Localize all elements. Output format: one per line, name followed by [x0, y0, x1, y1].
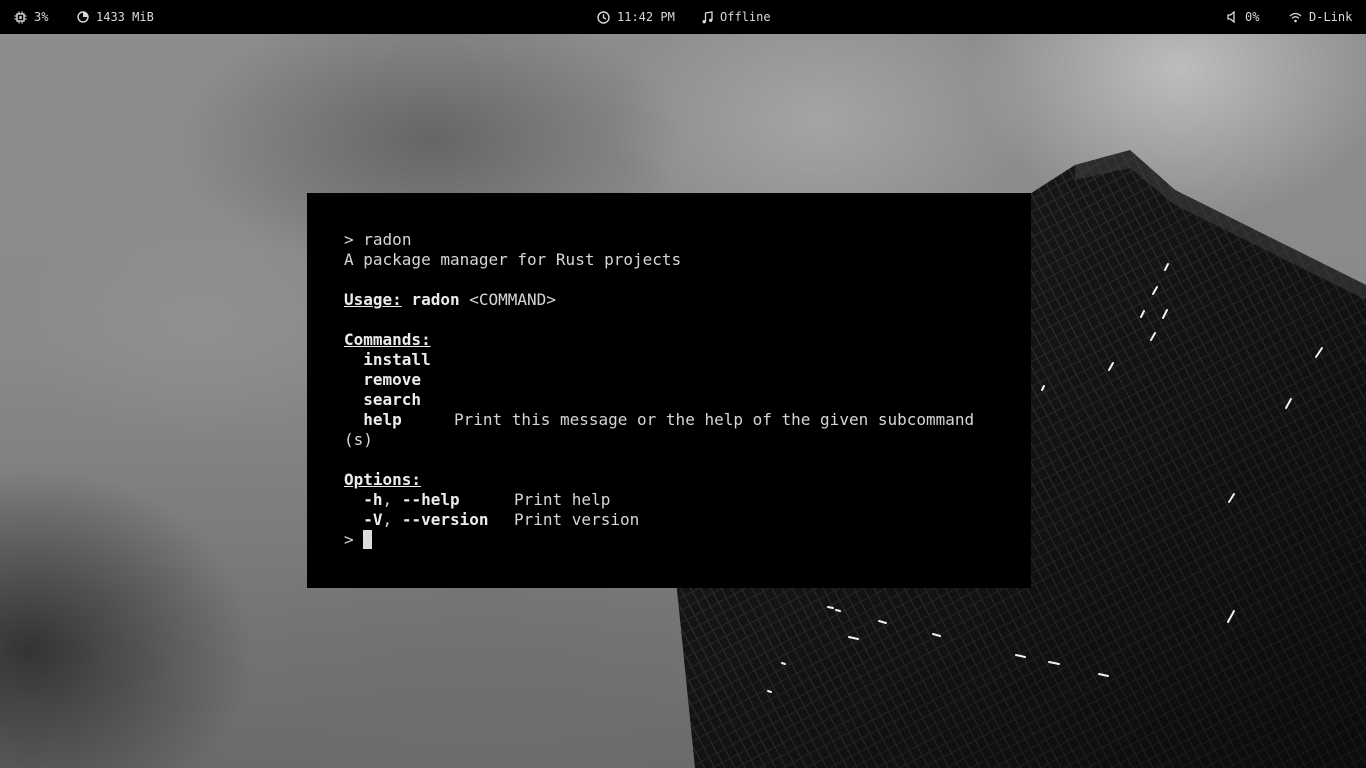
- option-separator: ,: [382, 510, 393, 529]
- text-cursor: [363, 530, 373, 549]
- speaker-icon: [1227, 11, 1235, 23]
- terminal-input-line[interactable]: >: [344, 530, 1014, 550]
- volume-widget[interactable]: 0%: [1227, 0, 1259, 34]
- command-entry-install: install: [344, 350, 1014, 370]
- memory-pie-icon: [77, 11, 89, 23]
- cpu-usage-text: 3%: [34, 10, 49, 24]
- option-short: -h: [363, 490, 383, 509]
- usage-args: <COMMAND>: [469, 290, 556, 309]
- music-status-text: Offline: [720, 10, 771, 24]
- command-name: help: [363, 410, 402, 429]
- option-entry-version: -V, --version Print version: [344, 510, 1014, 530]
- command-entry-search: search: [344, 390, 1014, 410]
- option-entry-help: -h, --help Print help: [344, 490, 1014, 510]
- volume-level-text: 0%: [1245, 10, 1260, 24]
- terminal-output: > radon A package manager for Rust proje…: [344, 230, 1014, 550]
- terminal-window[interactable]: > radon A package manager for Rust proje…: [307, 193, 1031, 588]
- option-long: --version: [401, 510, 489, 529]
- usage-line: Usage: radon <COMMAND>: [344, 290, 1014, 310]
- program-description: A package manager for Rust projects: [344, 250, 682, 269]
- option-separator: ,: [382, 490, 393, 509]
- music-widget[interactable]: Offline: [702, 0, 771, 34]
- clock-icon: [597, 10, 610, 24]
- prompt-symbol: >: [344, 230, 354, 249]
- clock-time-text: 11:42 PM: [617, 10, 675, 24]
- command-name: remove: [363, 370, 422, 389]
- command-name: search: [363, 390, 422, 409]
- option-short: -V: [363, 510, 383, 529]
- memory-widget[interactable]: 1433 MiB: [77, 0, 154, 34]
- command-entry-remove: remove: [344, 370, 1014, 390]
- usage-binary: radon: [411, 290, 460, 309]
- command-entry-help: help Print this message or the help of th…: [344, 410, 1014, 430]
- command-description-wrap: (s): [344, 430, 373, 449]
- commands-label: Commands:: [344, 330, 431, 349]
- clock-widget[interactable]: 11:42 PM: [597, 0, 675, 34]
- command-name: install: [363, 350, 431, 369]
- cpu-widget[interactable]: 3%: [14, 0, 48, 34]
- network-name-text: D-Link: [1309, 10, 1353, 24]
- command-description: Print this message or the help of the gi…: [454, 410, 975, 429]
- wifi-icon: [1289, 12, 1302, 22]
- memory-usage-text: 1433 MiB: [96, 10, 154, 24]
- music-note-icon: [702, 10, 713, 23]
- cpu-icon: [14, 11, 27, 23]
- terminal-command-line: > radon: [344, 230, 1014, 250]
- usage-label: Usage:: [344, 290, 402, 309]
- network-widget[interactable]: D-Link: [1289, 0, 1352, 34]
- option-description: Print help: [514, 490, 611, 509]
- options-heading: Options:: [344, 470, 1014, 490]
- options-label: Options:: [344, 470, 422, 489]
- entered-command: radon: [363, 230, 412, 249]
- prompt-symbol: >: [344, 530, 354, 549]
- status-bar: 3% 1433 MiB 11:42 PM Offline 0% D-Link: [0, 0, 1366, 34]
- option-description: Print version: [514, 510, 640, 529]
- commands-heading: Commands:: [344, 330, 1014, 350]
- option-long: --help: [401, 490, 460, 509]
